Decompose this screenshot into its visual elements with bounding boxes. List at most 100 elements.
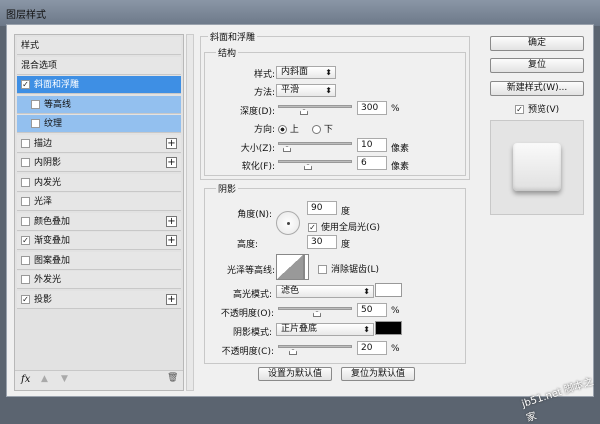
sidebar-item[interactable]: 等高线 [17,95,181,114]
sidebar-item-label: 内发光 [34,177,62,188]
plus-icon[interactable]: + [166,215,177,227]
reset-default-button[interactable]: 复位为默认值 [341,367,415,381]
shadow-opacity-unit: % [391,344,400,354]
sidebar-item[interactable]: ✓ 斜面和浮雕 [17,76,181,94]
global-light-checkbox[interactable]: ✓ 使用全局光(G) [308,220,380,233]
checkbox-icon[interactable] [31,99,40,109]
size-unit: 像素 [391,144,410,154]
shadow-mode-select[interactable]: 正片叠底 ⬍ [276,323,374,336]
sidebar-item[interactable]: ✓ 投影 + [17,290,181,309]
sidebar-item-label: 等高线 [44,99,72,110]
checkbox-icon[interactable] [21,177,30,187]
checkbox-icon[interactable] [21,216,30,226]
move-down-icon[interactable]: ▼ [61,374,68,384]
sidebar-item[interactable]: 内阴影 + [17,154,181,172]
bevel-title: 斜面和浮雕 [208,30,258,43]
reset-button[interactable]: 复位 [490,58,584,73]
angle-label: 角度(N): [237,210,272,220]
technique-label: 方法: [253,88,275,98]
size-label: 大小(Z): [240,144,275,154]
highlight-color-swatch[interactable] [375,283,402,297]
technique-select[interactable]: 平滑 ⬍ [276,84,336,97]
sidebar-item-label: 混合选项 [21,60,58,71]
sidebar-item[interactable]: ✓ 渐变叠加 + [17,232,181,250]
check-icon[interactable]: ✓ [21,236,30,245]
fx-button[interactable]: fx [21,374,30,385]
plus-icon[interactable]: + [166,137,177,149]
checkbox-icon[interactable] [31,119,40,128]
highlight-opacity-input[interactable]: 50 [357,303,387,317]
highlight-mode-select[interactable]: 滤色 ⬍ [276,285,374,298]
sidebar-item-label: 斜面和浮雕 [34,80,80,90]
shadow-mode-label: 阴影模式: [232,328,272,338]
preview-swatch [513,143,561,191]
soften-label: 软化(F): [241,162,275,172]
checkbox-icon[interactable] [21,275,30,284]
sidebar-item[interactable]: 图案叠加 [17,251,181,270]
updown-icon: ⬍ [325,86,332,95]
sidebar-item-label: 内阴影 [34,158,62,168]
size-input[interactable]: 10 [357,138,387,152]
sidebar-item[interactable]: 颜色叠加 + [17,212,181,231]
preview-checkbox[interactable]: ✓ 预览(V) [515,102,559,115]
highlight-opacity-label: 不透明度(O): [220,309,274,319]
check-icon: ✓ [515,105,524,114]
check-icon[interactable]: ✓ [21,294,30,304]
checkbox-icon[interactable] [21,255,30,265]
soften-slider[interactable] [278,160,352,170]
sidebar-item[interactable]: 纹理 [17,115,181,133]
sidebar-item[interactable]: 混合选项 [17,56,181,75]
sidebar-item-label: 纹理 [44,119,63,129]
sidebar-item[interactable]: 内发光 [17,173,181,192]
preview-label: 预览(V) [528,105,560,115]
direction-label: 方向: [253,125,275,135]
direction-up-label: 上 [289,125,299,135]
antialias-checkbox[interactable]: 消除锯齿(L) [318,262,379,275]
shadow-opacity-slider[interactable] [278,345,352,355]
sidebar-item-label: 外发光 [34,275,62,285]
list-scrollbar[interactable] [186,34,194,391]
preview-box [490,120,584,215]
contour-dropdown-icon[interactable] [304,254,309,280]
bevel-style-select[interactable]: 内斜面 ⬍ [276,66,336,79]
shadow-color-swatch[interactable] [375,321,402,335]
make-default-button[interactable]: 设置为默认值 [258,367,332,381]
sidebar-item[interactable]: 光泽 [17,193,181,211]
depth-input[interactable]: 300 [357,101,387,115]
plus-icon[interactable]: + [166,157,177,168]
plus-icon[interactable]: + [166,235,177,246]
sidebar-item-label: 光泽 [34,197,53,207]
sidebar-item-label: 样式 [21,41,40,51]
direction-down-radio[interactable]: 下 [312,122,333,135]
shadow-opacity-label: 不透明度(C): [221,347,274,357]
style-label: 样式: [253,70,275,80]
sidebar-item[interactable]: 样式 [17,37,181,55]
checkbox-icon[interactable] [21,158,30,167]
shadow-opacity-input[interactable]: 20 [357,341,387,355]
sidebar-item[interactable]: 描边 + [17,134,181,153]
ok-button[interactable]: 确定 [490,36,584,51]
checkbox-icon[interactable] [21,197,30,206]
size-slider[interactable] [278,142,352,152]
direction-up-radio[interactable]: 上 [278,122,299,135]
gloss-contour-picker[interactable] [276,254,304,280]
depth-slider[interactable] [278,105,352,115]
soften-input[interactable]: 6 [357,156,387,170]
altitude-input[interactable]: 30 [307,235,337,249]
dial-center [287,222,290,225]
checkbox-icon[interactable] [21,138,30,148]
highlight-opacity-slider[interactable] [278,307,352,317]
sidebar-item[interactable]: 外发光 [17,271,181,289]
angle-dial[interactable] [276,211,300,235]
check-icon[interactable]: ✓ [21,80,30,89]
checkbox-icon [318,265,327,274]
sidebar-item-label: 描边 [34,138,53,149]
move-up-icon[interactable]: ▲ [41,374,48,384]
depth-label: 深度(D): [240,107,275,117]
plus-icon[interactable]: + [166,293,177,305]
shading-title: 阴影 [216,182,239,195]
highlight-mode-value: 滤色 [281,286,300,296]
new-style-button[interactable]: 新建样式(W)... [490,81,584,96]
trash-icon[interactable]: 🗑 [167,373,178,383]
angle-input[interactable]: 90 [307,201,337,215]
